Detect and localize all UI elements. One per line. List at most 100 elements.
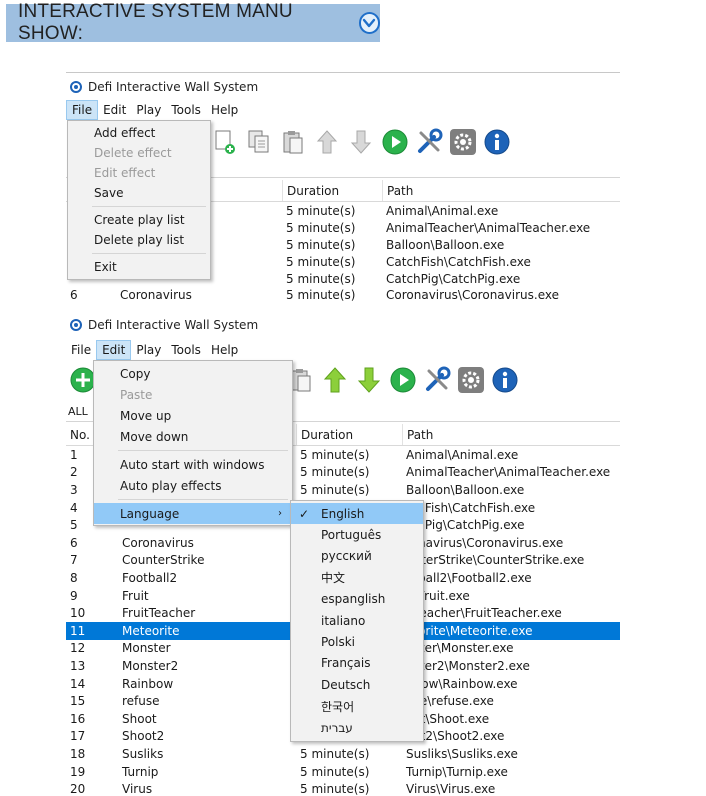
menu-item-save[interactable]: Save (68, 183, 210, 203)
menu-item-create-play-list[interactable]: Create play list (68, 210, 210, 230)
menu-help[interactable]: Help (206, 340, 243, 360)
play-icon[interactable] (388, 364, 418, 396)
row-path: nbow\Rainbow.exe (406, 676, 518, 691)
row-duration: 5 minute(s) (286, 204, 356, 219)
menu-file[interactable]: File (66, 340, 96, 360)
language-option[interactable]: עברית (291, 717, 423, 738)
language-option[interactable]: italiano (291, 610, 423, 631)
row-path: Balloon\Balloon.exe (386, 237, 505, 252)
row-path: nster2\Monster2.exe (406, 658, 530, 673)
language-label: русский (321, 549, 372, 564)
toolbar (286, 362, 520, 398)
menu-separator (118, 450, 288, 451)
new-list-icon[interactable] (210, 126, 240, 158)
menu-item-exit[interactable]: Exit (68, 257, 210, 277)
row-number: 13 (70, 658, 86, 673)
menu-item-delete-play-list[interactable]: Delete play list (68, 230, 210, 250)
all-filter-tab[interactable]: ALL (68, 405, 88, 418)
menu-item-paste[interactable]: Paste (94, 384, 292, 405)
menu-item-copy[interactable]: Copy (94, 363, 292, 384)
play-icon[interactable] (380, 126, 410, 158)
tools-icon[interactable] (414, 126, 444, 158)
tools-icon[interactable] (422, 364, 452, 396)
settings-icon[interactable] (448, 126, 478, 158)
app-window-file-menu: Defi Interactive Wall System File Edit P… (66, 72, 620, 310)
row-path: Susliks\Susliks.exe (406, 746, 518, 761)
paste-icon[interactable] (278, 126, 308, 158)
row-duration: 5 minute(s) (286, 221, 356, 236)
row-number: 11 (70, 623, 86, 638)
menu-item-add-effect[interactable]: Add effect (68, 123, 210, 143)
row-duration: 5 minute(s) (300, 465, 370, 480)
table-row[interactable]: 19 Turnip 5 minute(s) Turnip\Turnip.exe (66, 763, 620, 781)
menu-play[interactable]: Play (131, 340, 166, 360)
menu-item-auto-play[interactable]: Auto play effects (94, 475, 292, 496)
table-row[interactable]: 20 Virus 5 minute(s) Virus\Virus.exe (66, 780, 620, 796)
move-up-icon[interactable] (312, 126, 342, 158)
row-duration: 5 minute(s) (286, 237, 356, 252)
move-up-icon[interactable] (320, 364, 350, 396)
language-option[interactable]: 中文 (291, 567, 423, 588)
menu-edit[interactable]: Edit (98, 100, 131, 120)
info-icon[interactable] (482, 126, 512, 158)
language-option[interactable]: ✓ English (291, 503, 423, 525)
language-option[interactable]: 한국어 (291, 696, 423, 717)
language-option[interactable]: Polski (291, 631, 423, 652)
language-label: Deutsch (321, 677, 371, 692)
menu-item-move-down[interactable]: Move down (94, 426, 292, 447)
language-label: English (321, 506, 365, 521)
row-path: CatchPig\CatchPig.exe (386, 271, 521, 286)
menu-tools[interactable]: Tools (166, 100, 206, 120)
info-icon[interactable] (490, 364, 520, 396)
edit-menu-dropdown: Copy Paste Move up Move down Auto start … (93, 360, 293, 526)
menu-edit[interactable]: Edit (96, 340, 132, 360)
header-path[interactable]: Path (402, 424, 620, 445)
menu-tools[interactable]: Tools (166, 340, 206, 360)
row-path: unterStrike\CounterStrike.exe (406, 553, 585, 568)
row-name: Fruit (122, 588, 149, 603)
menu-item-auto-start[interactable]: Auto start with windows (94, 454, 292, 475)
menu-play[interactable]: Play (131, 100, 166, 120)
row-number: 17 (70, 729, 86, 744)
copy-icon[interactable] (244, 126, 274, 158)
row-duration: 5 minute(s) (286, 271, 356, 286)
row-path: Balloon\Balloon.exe (406, 482, 525, 497)
language-option[interactable]: русский (291, 546, 423, 567)
language-label: Français (321, 656, 371, 671)
menu-separator (92, 253, 206, 254)
language-submenu: ✓ English Português русский 中文 espanglish ital… (290, 500, 424, 742)
menu-file[interactable]: File (66, 100, 99, 120)
table-row[interactable]: 6 Coronavirus 5 minute(s) Coronavirus\Coron… (66, 287, 620, 304)
row-path: tchFish\CatchFish.exe (406, 500, 536, 515)
menu-item-move-up[interactable]: Move up (94, 405, 292, 426)
row-number: 10 (70, 606, 86, 621)
row-path: otball2\Football2.exe (406, 570, 532, 585)
language-option[interactable]: Português (291, 524, 423, 545)
move-down-icon[interactable] (354, 364, 384, 396)
menu-bar: File Edit Play Tools Help (66, 340, 620, 360)
row-name: Virus (122, 782, 153, 796)
row-path: AnimalTeacher\AnimalTeacher.exe (406, 465, 611, 480)
row-name: FruitTeacher (122, 606, 196, 621)
header-banner: INTERACTIVE SYSTEM MANU SHOW: (6, 1, 380, 44)
menu-help[interactable]: Help (206, 100, 243, 120)
chevron-down-icon[interactable] (358, 12, 380, 34)
table-row[interactable]: 18 Susliks 5 minute(s) Susliks\Susliks.exe (66, 745, 620, 763)
move-down-icon[interactable] (346, 126, 376, 158)
row-name: Meteorite (122, 623, 180, 638)
language-option[interactable]: Deutsch (291, 674, 423, 695)
header-path[interactable]: Path (382, 180, 620, 201)
language-option[interactable]: espanglish (291, 589, 423, 610)
settings-icon[interactable] (456, 364, 486, 396)
language-label: עברית (321, 720, 353, 735)
row-path: use\refuse.exe (406, 694, 494, 709)
language-option[interactable]: Français (291, 653, 423, 674)
menu-item-language[interactable]: Language › (94, 503, 292, 524)
header-duration[interactable]: Duration (296, 424, 402, 445)
row-path: oot2\Shoot2.exe (406, 729, 505, 744)
header-duration[interactable]: Duration (282, 180, 382, 201)
menu-item-edit-effect[interactable]: Edit effect (68, 163, 210, 183)
row-name: Shoot2 (122, 729, 165, 744)
menu-item-delete-effect[interactable]: Delete effect (68, 143, 210, 163)
app-icon (70, 80, 82, 93)
